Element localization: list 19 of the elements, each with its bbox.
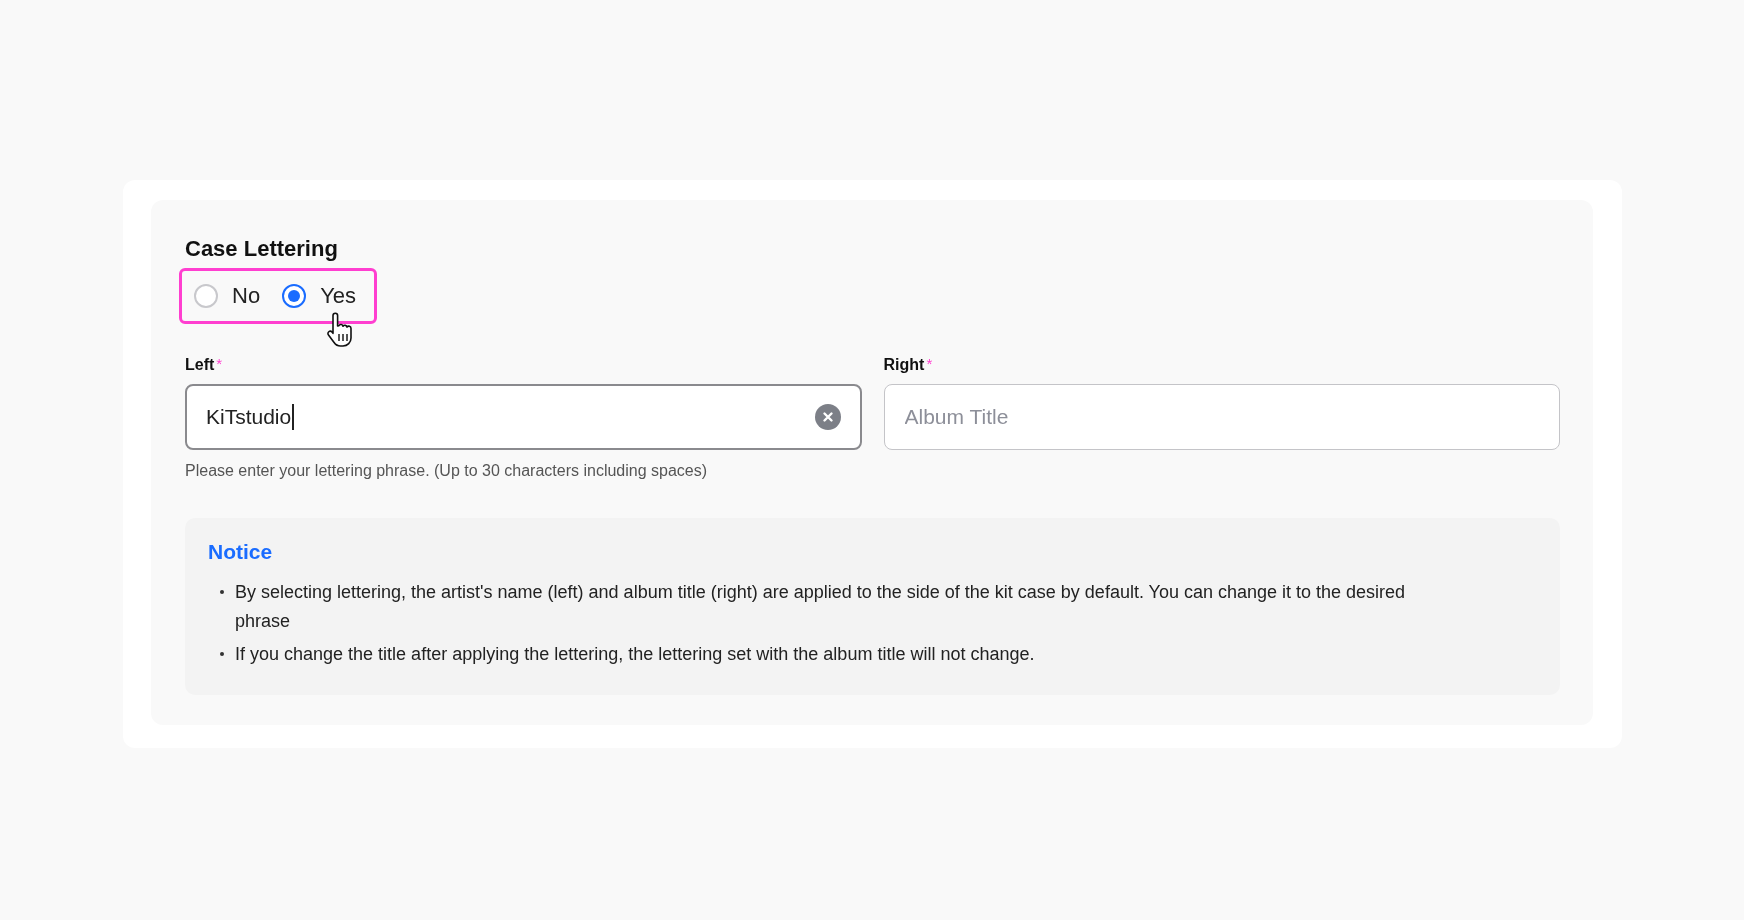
notice-text: If you change the title after applying the lettering, the lettering set with the album title will not change. bbox=[235, 643, 1035, 666]
text-field[interactable]: KiTstudio bbox=[185, 384, 862, 450]
field-label: Left bbox=[185, 356, 215, 374]
radio-button[interactable] bbox=[282, 284, 307, 308]
required-mark: * bbox=[926, 356, 933, 371]
bullet-icon bbox=[220, 652, 224, 656]
text-field[interactable]: Album Title bbox=[883, 384, 1560, 450]
bullet-icon bbox=[220, 590, 224, 594]
radio-option[interactable]: No bbox=[194, 281, 261, 311]
radio-button[interactable] bbox=[194, 284, 218, 308]
hand-cursor-icon bbox=[325, 312, 353, 348]
field-label: Right bbox=[883, 356, 925, 374]
section-title: Case Lettering bbox=[185, 236, 338, 262]
notice-text: By selecting lettering, the artist's name (left) and album title (right) are applied to the side of the kit case by default. You can change it to the desired phrase bbox=[235, 581, 1407, 633]
clear-icon[interactable] bbox=[813, 403, 842, 431]
radio-option[interactable]: Yes bbox=[282, 281, 356, 311]
required-mark: * bbox=[216, 356, 223, 371]
helper-text: Please enter your lettering phrase. (Up to 30 characters including spaces) bbox=[185, 462, 708, 480]
notice-title: Notice bbox=[208, 540, 273, 564]
